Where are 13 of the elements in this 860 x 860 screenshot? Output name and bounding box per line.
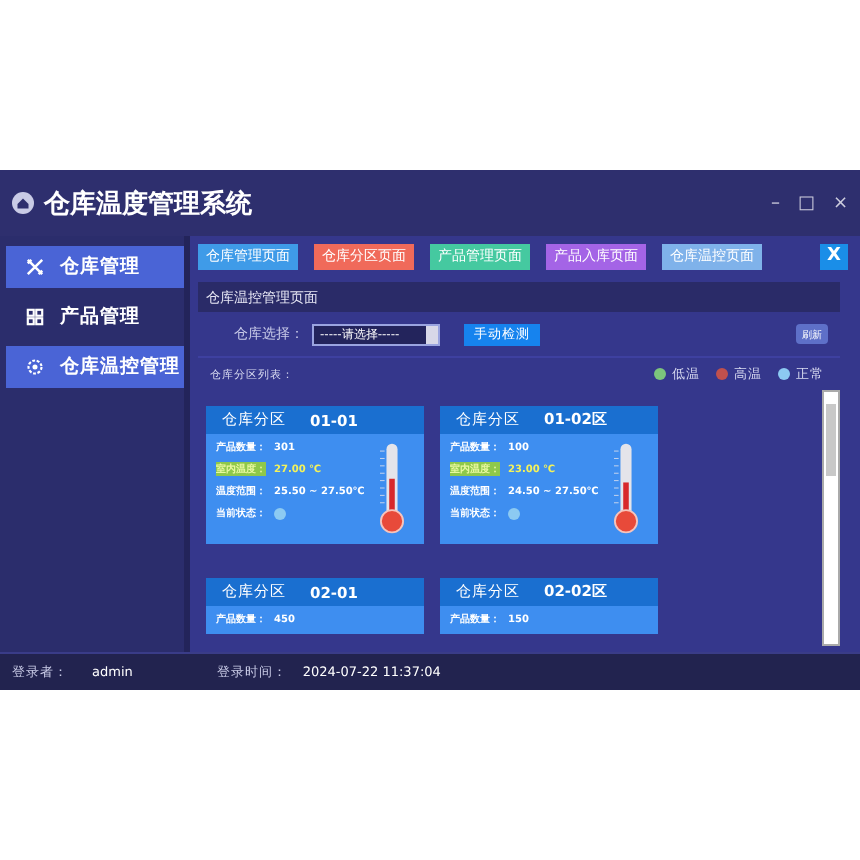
minimize-button[interactable]: – — [770, 193, 780, 213]
tools-icon — [26, 258, 44, 276]
maximize-button[interactable]: □ — [797, 193, 815, 213]
close-button[interactable]: X — [820, 243, 848, 269]
scrollbar[interactable] — [822, 390, 840, 646]
gear-icon — [26, 358, 44, 376]
sidebar-item[interactable]: 仓库管理 — [6, 246, 184, 288]
home-icon — [12, 192, 34, 214]
sidebar-item[interactable]: 产品管理 — [6, 296, 184, 338]
window-title: 仓库温度管理系统 — [44, 187, 254, 221]
grid-icon — [26, 308, 44, 326]
close-button[interactable]: × — [832, 193, 848, 213]
sidebar-item[interactable]: 仓库温控管理 — [6, 346, 184, 388]
